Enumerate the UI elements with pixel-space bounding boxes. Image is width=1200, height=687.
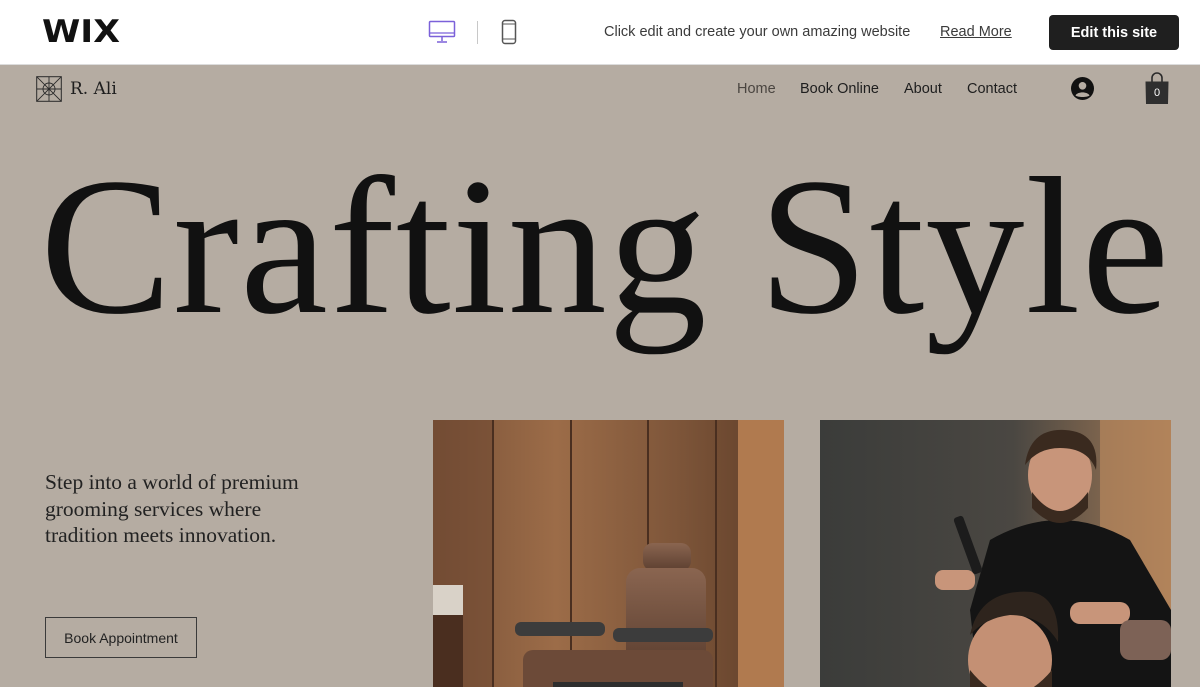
- device-separator: [477, 21, 478, 44]
- site-preview: R. Ali Home Book Online About Contact 0 …: [0, 65, 1200, 687]
- read-more-link[interactable]: Read More: [940, 24, 1012, 40]
- wix-logo[interactable]: WIX: [42, 14, 120, 50]
- promo-text: Click edit and create your own amazing w…: [604, 24, 911, 40]
- cart-count: 0: [1153, 87, 1161, 99]
- hero-title: Crafting Style: [40, 138, 1171, 355]
- nav-about[interactable]: About: [904, 81, 942, 97]
- logo-mark-icon: [36, 76, 62, 102]
- mobile-icon[interactable]: [499, 18, 519, 46]
- edit-this-site-button[interactable]: Edit this site: [1049, 15, 1179, 50]
- desktop-icon[interactable]: [427, 18, 457, 46]
- hero-description: Step into a world of premium grooming se…: [45, 470, 299, 547]
- nav-contact[interactable]: Contact: [967, 81, 1017, 97]
- nav-book-online[interactable]: Book Online: [800, 81, 879, 97]
- site-logo[interactable]: R. Ali: [36, 76, 117, 102]
- site-logo-text: R. Ali: [70, 79, 117, 99]
- barber-chair-photo: [433, 420, 784, 687]
- book-appointment-button[interactable]: Book Appointment: [45, 617, 197, 658]
- nav-home[interactable]: Home: [737, 81, 776, 97]
- barber-cutting-hair-photo: [820, 420, 1171, 687]
- shopping-bag-icon[interactable]: 0: [1144, 71, 1170, 105]
- account-icon[interactable]: [1071, 77, 1094, 100]
- wix-top-bar: WIX Click edit and create your own amazi…: [0, 0, 1200, 65]
